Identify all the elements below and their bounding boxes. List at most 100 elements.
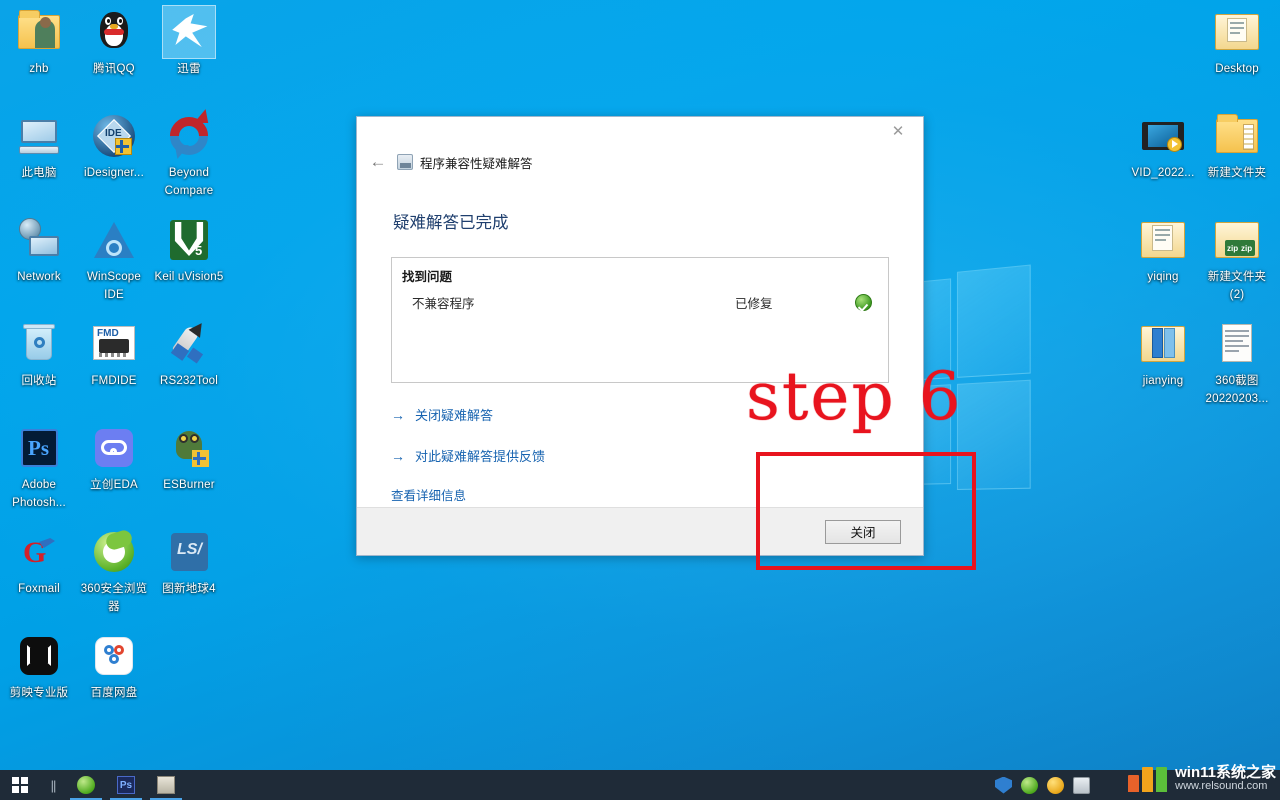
- internet-explorer-icon: [77, 776, 95, 794]
- 360-shield-icon[interactable]: [995, 776, 1012, 794]
- desktop-icon[interactable]: VID_2022...: [1126, 112, 1200, 181]
- close-icon[interactable]: ✕: [877, 117, 919, 145]
- desktop-icon[interactable]: 360截图 20220203...: [1200, 320, 1274, 407]
- provide-feedback-label: 对此疑难解答提供反馈: [415, 449, 546, 464]
- watermark-title: win11系统之家: [1175, 764, 1276, 782]
- internet-explorer-tray-icon[interactable]: [1021, 776, 1038, 794]
- desktop-icon[interactable]: zhb: [2, 8, 76, 77]
- desktop-icon[interactable]: 剪映专业版: [2, 632, 76, 701]
- view-details-link[interactable]: 查看详细信息: [391, 485, 466, 504]
- desktop-icon-label: zhb: [29, 63, 49, 75]
- lsv-earth-icon: LS/: [165, 528, 213, 576]
- problem-status: 已修复: [735, 297, 773, 311]
- desktop-icon[interactable]: 百度网盘: [77, 632, 151, 701]
- desktop-icon[interactable]: yiqing: [1126, 216, 1200, 285]
- baidu-netdisk-icon: [90, 632, 138, 680]
- folder-zip-icon: zip zip: [1213, 216, 1261, 264]
- this-pc-icon: [15, 112, 63, 160]
- win11-logo-icon: [1128, 766, 1168, 792]
- desktop-icon-label: jianying: [1142, 375, 1184, 387]
- folder-user-icon: [15, 8, 63, 56]
- desktop-icon[interactable]: LS/图新地球4: [152, 528, 226, 597]
- close-troubleshooter-label: 关闭疑难解答: [415, 408, 494, 423]
- folder-binder-icon: [1139, 320, 1187, 368]
- taskbar-item-file-explorer[interactable]: [146, 770, 186, 800]
- desktop-icon[interactable]: jianying: [1126, 320, 1200, 389]
- back-arrow-icon[interactable]: ←: [367, 151, 389, 173]
- desktop-icon-label: iDesigner...: [84, 167, 144, 179]
- desktop-icon-label: Keil uVision5: [154, 271, 224, 283]
- desktop-icon[interactable]: WinScope IDE: [77, 216, 151, 303]
- desktop-icon-label: WinScope IDE: [86, 271, 141, 301]
- start-button[interactable]: [0, 770, 40, 800]
- desktop-icon[interactable]: 立创EDA: [77, 424, 151, 493]
- desktop-icon[interactable]: ESBurner: [152, 424, 226, 493]
- page-title: 疑难解答已完成: [393, 214, 509, 232]
- dialog-titlebar: ✕: [357, 117, 923, 147]
- desktop-icon[interactable]: Desktop: [1200, 8, 1274, 77]
- site-watermark: win11系统之家 www.relsound.com: [1128, 759, 1276, 799]
- desktop-icon[interactable]: 5 Keil uVision5: [152, 216, 226, 285]
- desktop-icon-label: 新建文件夹 (2): [1207, 271, 1267, 301]
- update-plus-icon[interactable]: [1047, 776, 1064, 794]
- step-annotation-text: step 6: [746, 358, 963, 435]
- folder-desktop-icon: [1213, 8, 1261, 56]
- desktop-icon[interactable]: IDE iDesigner...: [77, 112, 151, 181]
- desktop-icon-label: ESBurner: [163, 479, 215, 491]
- desktop-icon[interactable]: 迅雷: [152, 5, 226, 77]
- folder-icon: [1213, 112, 1261, 160]
- desktop-icon-label: 腾讯QQ: [93, 63, 135, 75]
- found-problems-header: 找到问题: [402, 270, 453, 284]
- recycle-bin-icon: [15, 320, 63, 368]
- video-file-icon: [1139, 112, 1187, 160]
- desktop-icon[interactable]: Ps Adobe Photosh...: [2, 424, 76, 511]
- desktop-icon-label: 百度网盘: [90, 687, 138, 699]
- keil-uvision5-icon: 5: [165, 216, 213, 264]
- desktop-icon[interactable]: 新建文件夹: [1200, 112, 1274, 181]
- desktop-icon-label: VID_2022...: [1131, 167, 1195, 179]
- idesigner-icon: IDE: [90, 112, 138, 160]
- desktop: zhb 腾讯QQ 迅雷此电脑 IDE iDesigner... Beyond Compar…: [0, 0, 1280, 800]
- desktop-icon-label: Foxmail: [18, 583, 60, 595]
- desktop-icon-label: 新建文件夹: [1207, 167, 1267, 179]
- desktop-icon-label: 360截图 20220203...: [1205, 375, 1269, 405]
- desktop-icon-label: 剪映专业版: [9, 687, 69, 699]
- green-check-icon: [855, 294, 872, 311]
- desktop-icon-label: Adobe Photosh...: [12, 479, 66, 509]
- jianying-icon: [15, 632, 63, 680]
- desktop-icon[interactable]: zip zip 新建文件夹 (2): [1200, 216, 1274, 303]
- desktop-icon[interactable]: Beyond Compare: [152, 109, 226, 199]
- desktop-icon-label: RS232Tool: [159, 375, 219, 387]
- taskbar: || Ps win11系统之家 www.relsound.com: [0, 765, 1280, 800]
- file-explorer-icon: [157, 776, 175, 794]
- desktop-icon-label: 图新地球4: [162, 583, 216, 595]
- desktop-icon[interactable]: Network: [2, 216, 76, 285]
- desktop-icon[interactable]: 回收站: [2, 320, 76, 389]
- desktop-icon-label: 360安全浏览器: [80, 583, 148, 613]
- desktop-icon[interactable]: 此电脑: [2, 112, 76, 181]
- desktop-icon-label: Beyond Compare: [164, 167, 214, 197]
- dialog-title: 程序兼容性疑难解答: [420, 156, 533, 171]
- rs232tool-rocket-icon: [165, 319, 213, 368]
- lceda-cloud-icon: [90, 424, 138, 472]
- desktop-icon-label: 迅雷: [177, 63, 201, 75]
- screenshot-image-icon: [1213, 320, 1261, 368]
- desktop-icon[interactable]: RS232Tool: [152, 319, 226, 389]
- desktop-icon[interactable]: 360安全浏览器: [77, 528, 151, 615]
- table-row: 不兼容程序 已修复: [402, 293, 878, 312]
- desktop-icon-label: FMDIDE: [91, 375, 137, 387]
- qq-penguin-icon: [90, 8, 138, 56]
- taskbar-item-internet-explorer[interactable]: [66, 770, 106, 800]
- desktop-icon[interactable]: FMD FMDIDE: [77, 320, 151, 389]
- usb-device-icon[interactable]: [1073, 776, 1090, 794]
- arrow-right-icon: →: [391, 447, 405, 464]
- 360-browser-icon: [90, 528, 138, 576]
- taskbar-item-adobe-photoshop[interactable]: Ps: [106, 770, 146, 800]
- search-icon[interactable]: ||: [40, 770, 66, 800]
- desktop-icon[interactable]: 腾讯QQ: [77, 8, 151, 77]
- desktop-icon-label: 回收站: [21, 375, 57, 387]
- desktop-icon[interactable]: G Foxmail: [2, 528, 76, 597]
- dialog-navigation-bar: ← 程序兼容性疑难解答: [357, 147, 923, 177]
- desktop-icon-label: Network: [17, 271, 61, 283]
- windows-start-icon: [12, 777, 28, 793]
